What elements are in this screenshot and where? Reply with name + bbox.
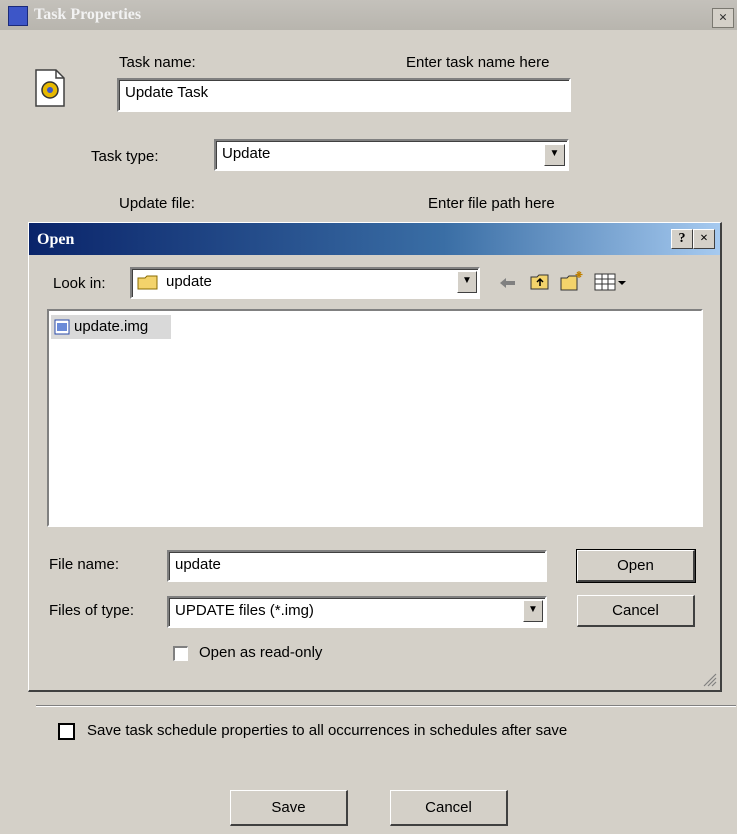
file-type-select[interactable]: UPDATE files (*.img) xyxy=(167,596,547,628)
update-file-label: Update file: xyxy=(119,195,195,212)
file-type-dropdown-button[interactable]: ▼ xyxy=(523,600,543,622)
window-title-bar[interactable]: Task Properties × xyxy=(0,0,737,30)
look-in-dropdown-button[interactable]: ▼ xyxy=(457,271,477,293)
read-only-checkbox[interactable] xyxy=(173,646,188,661)
task-type-dropdown-button[interactable]: ▼ xyxy=(544,144,565,166)
window-title: Task Properties xyxy=(34,6,142,23)
app-icon xyxy=(8,6,28,26)
task-type-label: Task type: xyxy=(91,148,159,165)
open-dialog-title: Open xyxy=(37,231,75,248)
save-button[interactable]: Save xyxy=(230,790,348,826)
open-button[interactable]: Open xyxy=(576,549,696,583)
save-all-occurrences-checkbox[interactable] xyxy=(58,723,75,740)
window-close-button[interactable]: × xyxy=(712,8,734,28)
open-dialog-cancel-button[interactable]: Cancel xyxy=(577,595,695,627)
image-file-icon xyxy=(54,319,70,335)
task-name-hint: Enter task name here xyxy=(406,54,550,71)
update-file-hint: Enter file path here xyxy=(428,195,555,212)
look-in-value: update xyxy=(166,273,212,290)
look-in-select[interactable]: update xyxy=(130,267,480,299)
list-item[interactable]: update.img xyxy=(51,315,171,339)
open-dialog: Open ? × Look in: update ▼ update.img Fi… xyxy=(28,222,722,692)
file-list[interactable]: update.img xyxy=(47,309,703,527)
task-name-label: Task name: xyxy=(119,54,196,71)
file-type-value: UPDATE files (*.img) xyxy=(175,602,314,619)
read-only-label: Open as read-only xyxy=(199,644,323,661)
separator xyxy=(36,705,736,707)
size-grip-icon[interactable] xyxy=(701,671,717,687)
back-arrow-icon[interactable] xyxy=(497,274,519,292)
up-one-level-icon[interactable] xyxy=(529,272,551,292)
task-type-value: Update xyxy=(222,145,271,162)
save-all-occurrences-label: Save task schedule properties to all occ… xyxy=(87,722,568,739)
folder-icon xyxy=(137,274,159,291)
view-menu-icon[interactable] xyxy=(593,271,629,293)
open-dialog-close-button[interactable]: × xyxy=(693,229,715,249)
file-name-label: File name: xyxy=(49,556,120,573)
help-button[interactable]: ? xyxy=(671,229,693,249)
look-in-label: Look in: xyxy=(53,275,106,292)
file-name: update.img xyxy=(74,318,149,335)
task-name-input[interactable]: Update Task xyxy=(117,78,571,112)
file-name-input[interactable]: update xyxy=(167,550,547,582)
new-folder-icon[interactable] xyxy=(559,269,585,293)
open-dialog-title-bar[interactable]: Open ? × xyxy=(29,223,720,255)
cancel-button[interactable]: Cancel xyxy=(390,790,508,826)
file-type-label: Files of type: xyxy=(49,602,135,619)
task-type-select[interactable]: Update xyxy=(214,139,569,171)
task-icon xyxy=(34,68,66,108)
